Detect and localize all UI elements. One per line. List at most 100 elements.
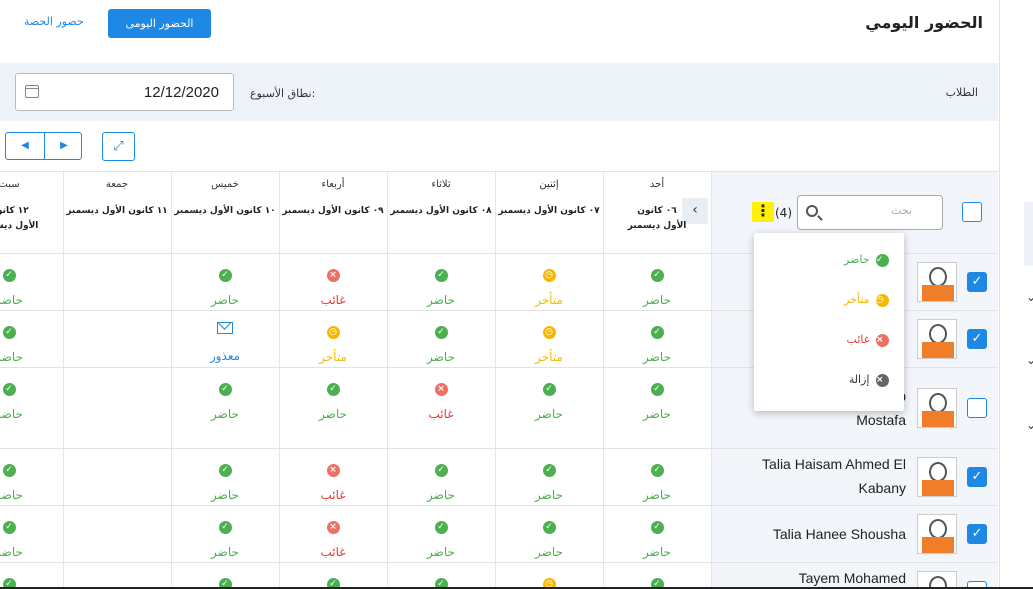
check-circle-icon: ✓ [434, 464, 448, 477]
check-circle-icon: ✓ [650, 464, 664, 477]
daily-attendance-button[interactable]: الحضور اليومى [108, 9, 211, 38]
attendance-cell[interactable]: ✓ حاضر [175, 457, 275, 502]
x-circle-icon: × [326, 464, 340, 477]
chevron-icon[interactable]: ⌄ [1026, 353, 1033, 367]
column-divider [171, 171, 172, 589]
attendance-cell[interactable]: ✓ حاضر [175, 376, 275, 421]
attendance-cell[interactable]: ✓ حاضر [0, 457, 59, 502]
clock-icon: ◷ [326, 326, 340, 339]
expand-button[interactable]: ⤢ [102, 132, 135, 161]
day-date: ٠٦ كانون الأول ديسمبر [627, 206, 687, 231]
menu-item-late[interactable]: متأخر ◷ [844, 293, 889, 307]
status-label: حاضر [0, 407, 23, 421]
student-name: Tayem Mohamed [798, 570, 906, 586]
row-divider [0, 171, 998, 172]
attendance-cell[interactable]: ✓ حاضر [607, 319, 707, 364]
student-search [797, 195, 943, 230]
class-attendance-link[interactable]: حضور الحصة [24, 15, 84, 28]
expand-icon: ⤢ [113, 139, 124, 154]
clock-icon: ◷ [542, 269, 556, 282]
caret-right-icon: ▶ [60, 140, 68, 151]
row-checkbox[interactable]: ✓ [967, 523, 987, 544]
check-circle-icon: ✓ [218, 464, 232, 477]
x-circle-icon: × [326, 269, 340, 282]
menu-item-remove[interactable]: إزالة × [849, 373, 889, 387]
avatar [917, 513, 957, 554]
attendance-cell[interactable]: ✓ حاضر [0, 376, 59, 421]
check-circle-icon: ✓ [650, 383, 664, 396]
chevron-icon[interactable]: ⌄ [1026, 418, 1033, 432]
attendance-cell[interactable]: ✓ حاضر [607, 457, 707, 502]
envelope-icon [217, 322, 233, 334]
avatar [917, 261, 957, 302]
next-week-button[interactable]: ▶ [45, 133, 83, 159]
check-circle-icon: ✓ [2, 521, 16, 534]
day-date: ٠٩ كانون الأول ديسمبر [282, 206, 384, 216]
x-circle-icon: × [434, 383, 448, 396]
top-bar: الحضور اليومي الحضور اليومى حضور الحصة [0, 0, 1000, 62]
select-all-checkbox[interactable] [962, 202, 982, 222]
attendance-cell[interactable]: ✓ حاضر [175, 262, 275, 307]
prev-week-button[interactable]: ◀ [6, 133, 44, 159]
attendance-cell[interactable]: ✓ حاضر [391, 514, 491, 559]
side-panel-tab[interactable] [1024, 202, 1033, 266]
status-label: حاضر [643, 407, 671, 421]
status-label: حاضر [535, 545, 563, 559]
x-icon: × [876, 333, 889, 347]
check-circle-icon: ✓ [650, 326, 664, 339]
attendance-cell[interactable]: ✓ حاضر [499, 457, 599, 502]
attendance-cell[interactable]: ◷ متأخر [283, 319, 383, 364]
status-label: حاضر [643, 488, 671, 502]
student-name: Talia Hanee Shousha [772, 525, 906, 542]
attendance-cell[interactable]: ✓ حاضر [391, 262, 491, 307]
attendance-cell[interactable]: ✓ حاضر [0, 262, 59, 307]
attendance-cell[interactable]: ✓ حاضر [283, 376, 383, 421]
attendance-cell[interactable]: × غائب [283, 514, 383, 559]
search-icon[interactable] [806, 205, 818, 217]
attendance-cell[interactable]: ✓ حاضر [175, 514, 275, 559]
attendance-cell[interactable]: ✓ حاضر [607, 376, 707, 421]
attendance-cell[interactable]: ✓ حاضر [0, 319, 59, 364]
avatar [917, 387, 957, 428]
row-checkbox[interactable]: ✓ [967, 271, 987, 292]
status-label: غائب [320, 545, 346, 559]
attendance-cell[interactable]: ◷ متأخر [499, 262, 599, 307]
chevron-icon[interactable]: ⌄ [1026, 290, 1033, 304]
check-circle-icon: ✓ [434, 521, 448, 534]
search-input[interactable] [822, 204, 912, 217]
attendance-cell[interactable]: معذور [175, 319, 275, 363]
menu-item-absent[interactable]: غائب × [847, 333, 889, 347]
attendance-cell[interactable]: ✓ حاضر [391, 319, 491, 364]
status-label: حاضر [427, 545, 455, 559]
attendance-cell[interactable]: × غائب [283, 262, 383, 307]
attendance-cell[interactable]: ✓ حاضر [391, 457, 491, 502]
status-label: غائب [428, 407, 454, 421]
status-label: حاضر [427, 293, 455, 307]
row-checkbox[interactable]: ✓ [967, 466, 987, 487]
menu-item-present[interactable]: حاضر ✓ [844, 253, 889, 267]
menu-item-present-label: حاضر [843, 253, 870, 266]
check-circle-icon: ✓ [218, 269, 232, 282]
column-divider [279, 171, 280, 589]
attendance-cell[interactable]: ✓ حاضر [0, 514, 59, 559]
day-date: ٠٨ كانون الأول ديسمبر [390, 206, 492, 216]
attendance-cell[interactable]: ✓ حاضر [499, 514, 599, 559]
calendar-icon[interactable] [25, 85, 39, 98]
attendance-cell[interactable]: ✓ حاضر [499, 376, 599, 421]
attendance-cell[interactable]: ✓ حاضر [607, 514, 707, 559]
attendance-cell[interactable]: ◷ متأخر [499, 319, 599, 364]
attendance-cell[interactable]: × غائب [391, 376, 491, 421]
row-checkbox[interactable]: ✓ [967, 328, 987, 349]
day-header: جمعة ١١ كانون الأول ديسمبر [63, 179, 171, 219]
bulk-actions-menu-button[interactable]: ⋮ [752, 202, 774, 222]
status-label: حاضر [427, 350, 455, 364]
row-checkbox[interactable] [967, 397, 987, 418]
filter-bar: الطلاب نطاق الأسبوع: 12/12/2020 [0, 63, 998, 121]
attendance-cell[interactable]: ✓ حاضر [607, 262, 707, 307]
day-date: ١٢ كانون الأول ديسمبر [0, 206, 39, 231]
status-label: حاضر [319, 407, 347, 421]
check-circle-icon: ✓ [542, 464, 556, 477]
attendance-cell[interactable]: × غائب [283, 457, 383, 502]
status-label: غائب [320, 488, 346, 502]
week-date-input[interactable]: 12/12/2020 [15, 73, 234, 111]
